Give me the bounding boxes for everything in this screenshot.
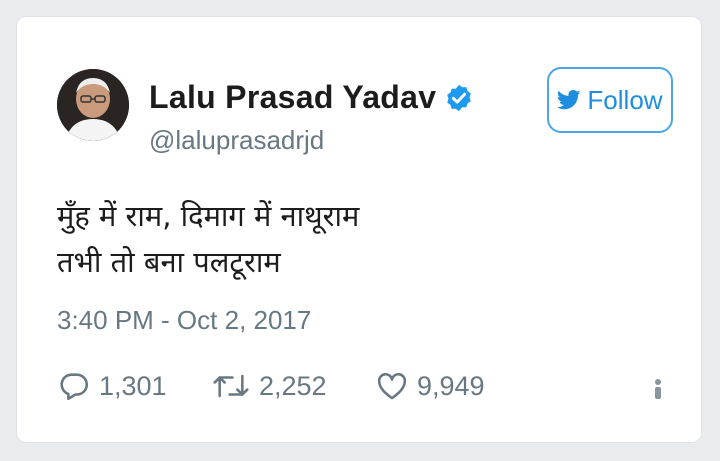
tweet-actions: 1,301 2,252 9,949 [57,369,673,409]
heart-icon [377,373,407,400]
avatar[interactable] [57,69,129,141]
author-handle[interactable]: @laluprasadrjd [149,125,324,156]
retweet-button[interactable]: 2,252 [211,369,327,403]
tweet-text-line: मुँह में राम, दिमाग में नाथूराम [57,199,360,233]
verified-badge-icon [447,84,472,111]
reply-icon [60,373,89,401]
tweet-timestamp[interactable]: 3:40 PM - Oct 2, 2017 [57,305,311,336]
reply-button[interactable]: 1,301 [57,369,167,403]
tweet-text-line: तभी तो बना पलटूराम [57,245,281,279]
follow-label: Follow [587,84,663,115]
like-button[interactable]: 9,949 [375,369,485,403]
tweet-text: मुँह में राम, दिमाग में नाथूराम तभी तो ब… [57,193,359,285]
like-count: 9,949 [417,370,485,401]
author-row: Lalu Prasad Yadav [149,79,474,116]
info-icon[interactable] [651,377,665,401]
tweet-card: Lalu Prasad Yadav @laluprasadrjd Follow … [16,16,702,443]
twitter-bird-icon [557,90,582,110]
retweet-icon [213,374,249,398]
author-name[interactable]: Lalu Prasad Yadav [149,79,436,116]
reply-count: 1,301 [99,370,167,401]
follow-button[interactable]: Follow [547,67,673,133]
retweet-count: 2,252 [259,370,327,401]
